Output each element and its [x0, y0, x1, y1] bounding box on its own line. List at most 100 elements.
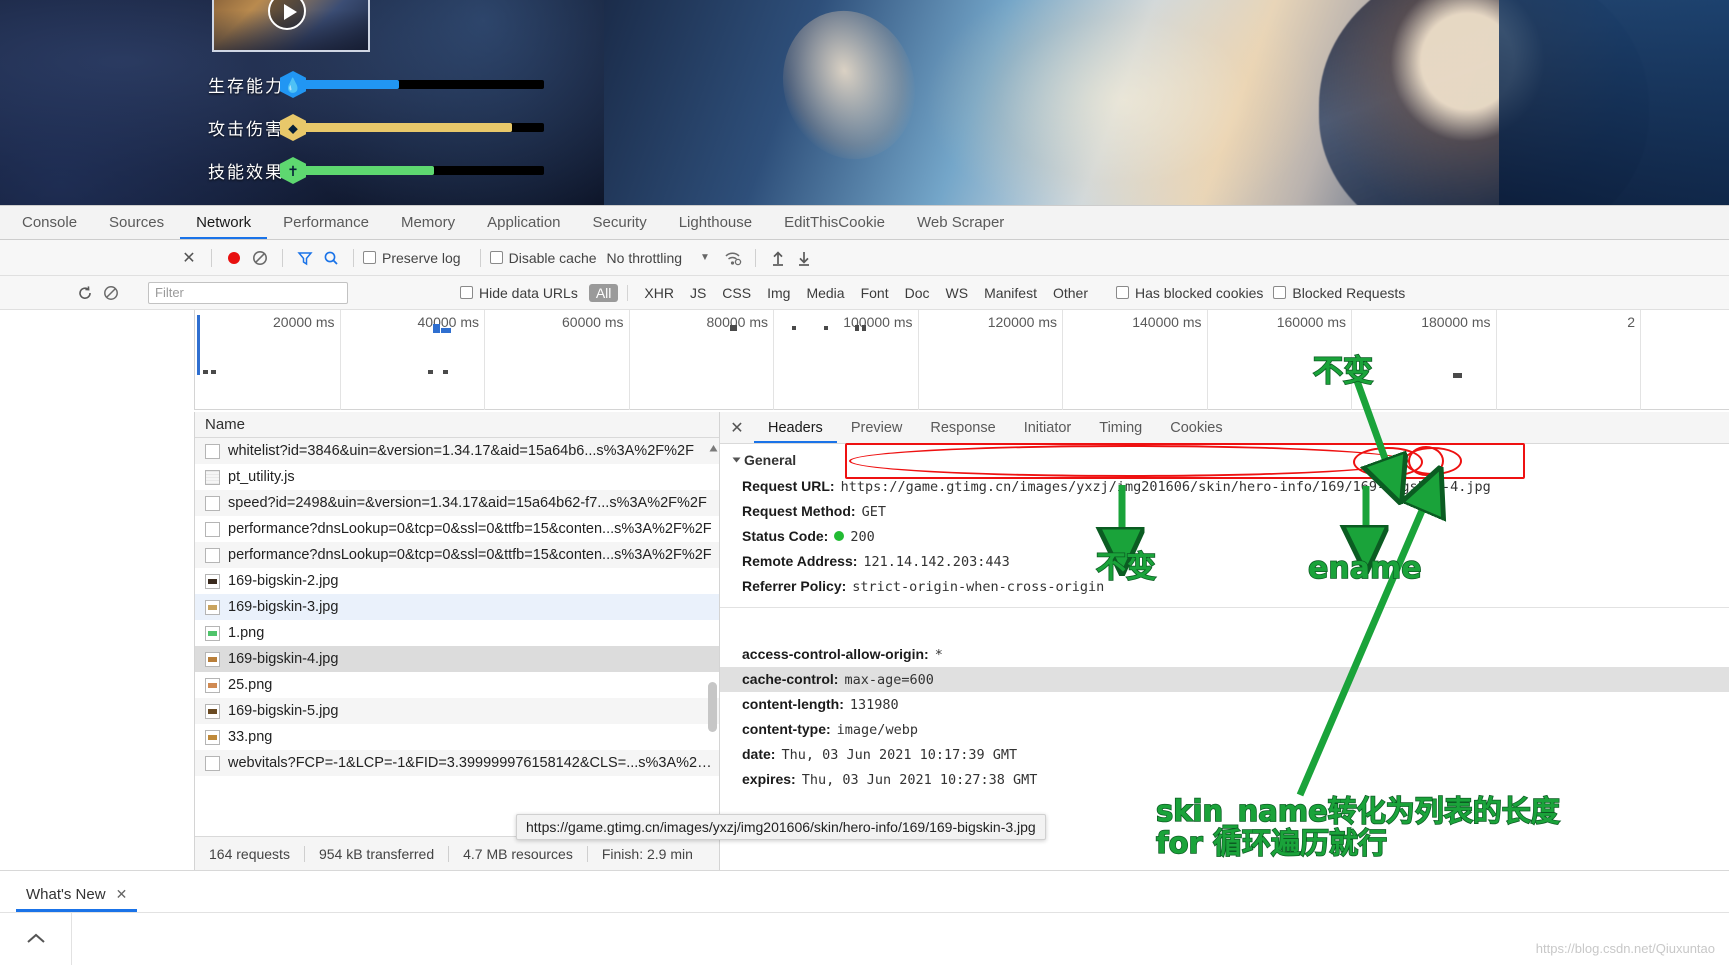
devtools-tab-editthiscookie[interactable]: EditThisCookie — [768, 206, 901, 239]
filter-type-js[interactable]: JS — [683, 284, 713, 302]
filter-type-all[interactable]: All — [588, 283, 619, 302]
filter-type-img[interactable]: Img — [760, 284, 797, 302]
preserve-log-label: Preserve log — [382, 249, 461, 266]
clear-icon[interactable] — [247, 245, 273, 271]
stat-bar-track: 💧 — [280, 71, 544, 98]
request-row[interactable]: speed?id=2498&uin=&version=1.34.17&aid=1… — [195, 490, 719, 516]
devtools-tab-lighthouse[interactable]: Lighthouse — [663, 206, 768, 239]
import-har-icon[interactable] — [765, 245, 791, 271]
column-header-name[interactable]: Name — [195, 412, 719, 438]
request-row[interactable]: 169-bigskin-5.jpg — [195, 698, 719, 724]
network-conditions-icon[interactable] — [720, 245, 746, 271]
header-key: cache-control: — [742, 671, 839, 687]
search-icon[interactable] — [318, 245, 344, 271]
request-row[interactable]: 169-bigskin-4.jpg — [195, 646, 719, 672]
filter-type-css[interactable]: CSS — [715, 284, 758, 302]
blocked-requests-checkbox[interactable]: Blocked Requests — [1273, 285, 1405, 301]
header-key: content-type: — [742, 721, 831, 737]
general-row: Referrer Policy: strict-origin-when-cross… — [720, 574, 1729, 599]
throttling-select[interactable]: No throttling ▼ — [607, 250, 710, 266]
filter-type-doc[interactable]: Doc — [898, 284, 937, 302]
filter-type-xhr[interactable]: XHR — [637, 284, 681, 302]
annotation-skinname: skin_name转化为列表的长度 for 循环遍历就行 — [1155, 794, 1560, 861]
clear-icon[interactable] — [98, 280, 124, 306]
tab-whats-new[interactable]: What's New ✕ — [16, 880, 138, 912]
image-thumb — [208, 656, 217, 662]
detail-tab-initiator[interactable]: Initiator — [1010, 412, 1086, 443]
devtools-tab-security[interactable]: Security — [577, 206, 663, 239]
filter-type-font[interactable]: Font — [854, 284, 896, 302]
filter-icon[interactable] — [292, 245, 318, 271]
requests-list[interactable]: whitelist?id=3846&uin=&version=1.34.17&a… — [195, 438, 719, 836]
url-tooltip: https://game.gtimg.cn/images/yxzj/img201… — [516, 814, 1046, 840]
request-row[interactable]: performance?dnsLookup=0&tcp=0&ssl=0&ttfb… — [195, 516, 719, 542]
header-value: Thu, 03 Jun 2021 10:27:38 GMT — [801, 772, 1038, 788]
reload-icon[interactable] — [72, 280, 98, 306]
devtools-tab-application[interactable]: Application — [471, 206, 576, 239]
request-row[interactable]: webvitals?FCP=-1&LCP=-1&FID=3.3999999761… — [195, 750, 719, 776]
response-header-row: content-type: image/webp — [720, 717, 1729, 742]
general-row: Request Method: GET — [720, 499, 1729, 524]
image-file-icon — [205, 703, 220, 719]
request-row[interactable]: 33.png — [195, 724, 719, 750]
overview-activity-mark — [862, 325, 866, 331]
devtools-tab-sources[interactable]: Sources — [93, 206, 180, 239]
hide-data-urls-checkbox[interactable]: Hide data URLs — [460, 285, 578, 301]
stat-row-skill: 技能效果 ✝ — [208, 157, 544, 184]
has-blocked-cookies-checkbox[interactable]: Has blocked cookies — [1116, 285, 1263, 301]
image-thumb — [208, 604, 217, 610]
export-har-icon[interactable] — [791, 245, 817, 271]
chevron-up-icon[interactable] — [0, 912, 72, 965]
devtools-tab-console[interactable]: Console — [6, 206, 93, 239]
request-row[interactable]: 169-bigskin-3.jpg — [195, 594, 719, 620]
header-key: Request URL: — [742, 478, 835, 494]
tab-label: Console — [22, 214, 78, 231]
request-row[interactable]: whitelist?id=3846&uin=&version=1.34.17&a… — [195, 438, 719, 464]
scrollbar-thumb[interactable] — [708, 682, 717, 732]
close-icon[interactable]: ✕ — [176, 245, 202, 271]
detail-tab-timing[interactable]: Timing — [1085, 412, 1156, 443]
checkbox-box — [1116, 286, 1129, 299]
stat-row-attack: 攻击伤害 ⬥ — [208, 114, 544, 141]
disable-cache-checkbox[interactable]: Disable cache — [489, 250, 597, 266]
header-value: max-age=600 — [844, 672, 934, 688]
filter-input[interactable]: Filter — [148, 281, 348, 304]
devtools-tab-network[interactable]: Network — [180, 206, 267, 239]
detail-tab-response[interactable]: Response — [916, 412, 1009, 443]
stat-bar-knob: ✝ — [280, 157, 306, 184]
overview-tick-label: 180000 ms — [1421, 314, 1491, 330]
requests-scrollbar[interactable] — [707, 442, 717, 830]
devtools-tab-web-scraper[interactable]: Web Scraper — [901, 206, 1020, 239]
filter-type-manifest[interactable]: Manifest — [977, 284, 1044, 302]
record-icon[interactable] — [221, 245, 247, 271]
overview-activity-mark — [792, 326, 796, 330]
header-value: image/webp — [836, 722, 918, 738]
response-header-row: expires: Thu, 03 Jun 2021 10:27:38 GMT — [720, 767, 1729, 792]
filter-type-ws[interactable]: WS — [939, 284, 976, 302]
devtools-tab-performance[interactable]: Performance — [267, 206, 385, 239]
network-overview-timeline[interactable]: 20000 ms 40000 ms 60000 ms 80000 ms 100000 m… — [0, 310, 1729, 410]
detail-tab-headers[interactable]: Headers — [754, 412, 837, 443]
status-ok-dot — [834, 531, 845, 541]
request-row[interactable]: 1.png — [195, 620, 719, 646]
overview-tick-label: 2 — [1627, 314, 1635, 330]
overview-activity-mark — [433, 324, 440, 333]
close-detail-icon[interactable]: ✕ — [720, 412, 754, 443]
request-row[interactable]: performance?dnsLookup=0&tcp=0&ssl=0&ttfb… — [195, 542, 719, 568]
detail-tab-cookies[interactable]: Cookies — [1156, 412, 1236, 443]
preserve-log-checkbox[interactable]: Preserve log — [363, 250, 461, 266]
artwork-glow — [924, 0, 1324, 205]
devtools-tab-memory[interactable]: Memory — [385, 206, 471, 239]
detail-tab-preview[interactable]: Preview — [837, 412, 917, 443]
chevron-down-icon — [732, 457, 741, 463]
filter-type-media[interactable]: Media — [799, 284, 851, 302]
request-row[interactable]: 169-bigskin-2.jpg — [195, 568, 719, 594]
close-icon[interactable]: ✕ — [116, 886, 128, 903]
divider — [627, 284, 629, 301]
image-file-icon — [205, 651, 220, 667]
request-row[interactable]: pt_utility.js — [195, 464, 719, 490]
overview-track[interactable]: 20000 ms 40000 ms 60000 ms 80000 ms 100000 m… — [195, 310, 1729, 410]
divider — [754, 248, 756, 267]
filter-type-other[interactable]: Other — [1046, 284, 1095, 302]
request-row[interactable]: 25.png — [195, 672, 719, 698]
